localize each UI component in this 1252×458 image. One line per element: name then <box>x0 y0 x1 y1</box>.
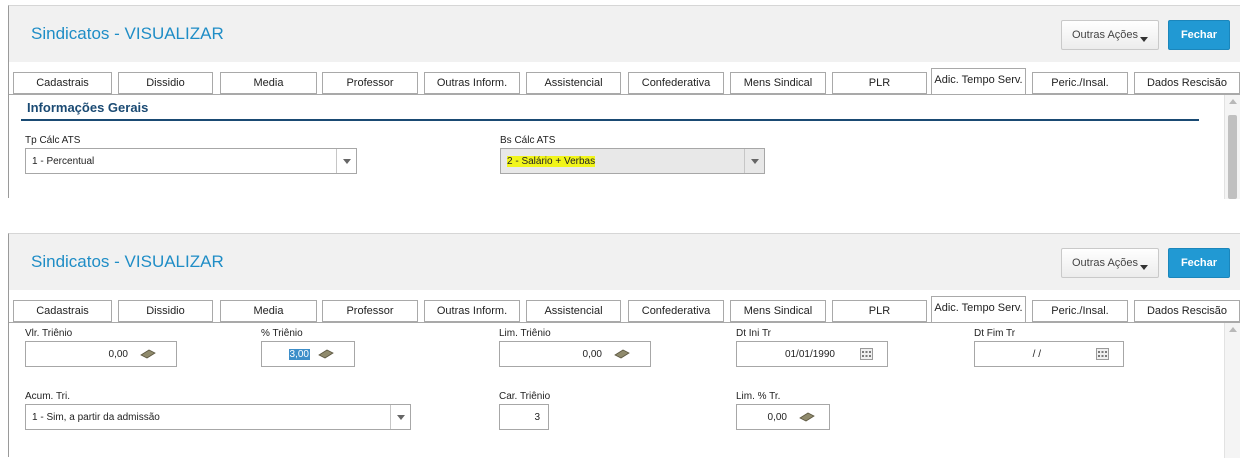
header: Sindicatos - VISUALIZAR Outras Ações Fec… <box>9 6 1240 62</box>
vlr-trienio-field[interactable]: 0,00 <box>25 341 177 367</box>
lim-trienio-field[interactable]: 0,00 <box>499 341 651 367</box>
panel-bottom: Sindicatos - VISUALIZAR Outras Ações Fec… <box>8 233 1240 458</box>
outras-acoes-label: Outras Ações <box>1072 29 1139 41</box>
tab-confederativa[interactable]: Confederativa <box>628 300 724 322</box>
acum-tri-select[interactable]: 1 - Sim, a partir da admissão <box>25 404 411 430</box>
car-trienio-label: Car. Triênio <box>499 391 551 402</box>
tab-media[interactable]: Media <box>220 72 317 94</box>
calendar-icon[interactable] <box>860 348 873 360</box>
vlr-trienio-label: Vlr. Triênio <box>25 328 73 339</box>
tab-assistencial[interactable]: Assistencial <box>526 300 621 322</box>
dt-fim-tr-field[interactable]: / / <box>974 341 1124 367</box>
scroll-up-icon[interactable] <box>1229 327 1237 332</box>
tab-assistencial[interactable]: Assistencial <box>526 72 621 94</box>
tab-dados-rescisao[interactable]: Dados Rescisão <box>1134 72 1240 94</box>
tab-adic-tempo-serv[interactable]: Adic. Tempo Serv. <box>931 68 1026 95</box>
calendar-icon[interactable] <box>1096 348 1109 360</box>
pct-trienio-field[interactable]: 3,00 <box>261 341 355 367</box>
tab-peric-insal[interactable]: Peric./Insal. <box>1032 72 1128 94</box>
car-trienio-value: 3 <box>534 412 540 423</box>
scrollbar[interactable] <box>1224 323 1240 458</box>
vlr-trienio-value: 0,00 <box>108 349 128 360</box>
dt-ini-tr-label: Dt Ini Tr <box>736 328 772 339</box>
tab-mens-sindical[interactable]: Mens Sindical <box>730 300 826 322</box>
dt-ini-tr-value: 01/01/1990 <box>784 349 835 360</box>
outras-acoes-label: Outras Ações <box>1072 257 1139 269</box>
tab-peric-insal[interactable]: Peric./Insal. <box>1032 300 1128 322</box>
lim-pct-tr-field[interactable]: 0,00 <box>736 404 830 430</box>
money-icon[interactable] <box>318 349 334 359</box>
chevron-down-icon[interactable] <box>390 405 410 429</box>
dt-ini-tr-field[interactable]: 01/01/1990 <box>736 341 888 367</box>
tab-dissidio[interactable]: Dissidio <box>118 72 213 94</box>
tp-calc-ats-label: Tp Cálc ATS <box>25 135 81 146</box>
page-title: Sindicatos - VISUALIZAR <box>31 252 224 271</box>
tab-divider <box>9 94 1240 95</box>
pct-trienio-value: 3,00 <box>288 349 310 360</box>
scroll-thumb[interactable] <box>1228 115 1237 199</box>
bs-calc-ats-value: 2 - Salário + Verbas <box>507 156 596 167</box>
fechar-button[interactable]: Fechar <box>1168 20 1230 50</box>
acum-tri-label: Acum. Tri. <box>25 391 71 402</box>
tab-outras-inform[interactable]: Outras Inform. <box>424 72 520 94</box>
bs-calc-ats-select[interactable]: 2 - Salário + Verbas <box>500 148 765 174</box>
tab-plr[interactable]: PLR <box>832 72 927 94</box>
lim-pct-tr-label: Lim. % Tr. <box>736 391 781 402</box>
outras-acoes-button[interactable]: Outras Ações <box>1061 248 1159 278</box>
money-icon[interactable] <box>140 349 156 359</box>
header: Sindicatos - VISUALIZAR Outras Ações Fec… <box>9 234 1240 290</box>
scroll-up-icon[interactable] <box>1229 99 1237 104</box>
tab-mens-sindical[interactable]: Mens Sindical <box>730 72 826 94</box>
lim-pct-tr-value: 0,00 <box>767 412 787 423</box>
tab-cadastrais[interactable]: Cadastrais <box>13 300 112 322</box>
pct-trienio-label: % Triênio <box>261 328 303 339</box>
tab-dissidio[interactable]: Dissidio <box>118 300 213 322</box>
tab-bar: Cadastrais Dissidio Media Professor Outr… <box>9 68 1240 95</box>
dt-fim-tr-value: / / <box>1032 349 1041 360</box>
chevron-down-icon[interactable] <box>744 149 764 173</box>
tab-professor[interactable]: Professor <box>322 300 418 322</box>
tab-professor[interactable]: Professor <box>322 72 418 94</box>
tab-dados-rescisao[interactable]: Dados Rescisão <box>1134 300 1240 322</box>
dt-fim-tr-label: Dt Fim Tr <box>974 328 1016 339</box>
tab-outras-inform[interactable]: Outras Inform. <box>424 300 520 322</box>
caret-down-icon <box>1140 37 1148 42</box>
section-divider <box>21 119 1199 121</box>
panel-top: Sindicatos - VISUALIZAR Outras Ações Fec… <box>8 5 1240 199</box>
lim-trienio-label: Lim. Triênio <box>499 328 551 339</box>
money-icon[interactable] <box>614 349 630 359</box>
tab-adic-tempo-serv[interactable]: Adic. Tempo Serv. <box>931 296 1026 323</box>
tab-divider <box>9 322 1240 323</box>
scrollbar[interactable] <box>1224 95 1240 199</box>
tab-bar: Cadastrais Dissidio Media Professor Outr… <box>9 296 1240 323</box>
section-title: Informações Gerais <box>27 100 149 115</box>
tab-plr[interactable]: PLR <box>832 300 927 322</box>
tab-confederativa[interactable]: Confederativa <box>628 72 724 94</box>
caret-down-icon <box>1140 265 1148 270</box>
bs-calc-ats-label: Bs Cálc ATS <box>500 135 556 146</box>
tp-calc-ats-value: 1 - Percentual <box>32 156 95 167</box>
car-trienio-field[interactable]: 3 <box>499 404 549 430</box>
lim-trienio-value: 0,00 <box>582 349 602 360</box>
page-title: Sindicatos - VISUALIZAR <box>31 24 224 43</box>
outras-acoes-button[interactable]: Outras Ações <box>1061 20 1159 50</box>
tab-cadastrais[interactable]: Cadastrais <box>13 72 112 94</box>
tab-media[interactable]: Media <box>220 300 317 322</box>
chevron-down-icon[interactable] <box>336 149 356 173</box>
acum-tri-value: 1 - Sim, a partir da admissão <box>32 412 160 423</box>
money-icon[interactable] <box>799 412 815 422</box>
tp-calc-ats-select[interactable]: 1 - Percentual <box>25 148 357 174</box>
fechar-button[interactable]: Fechar <box>1168 248 1230 278</box>
